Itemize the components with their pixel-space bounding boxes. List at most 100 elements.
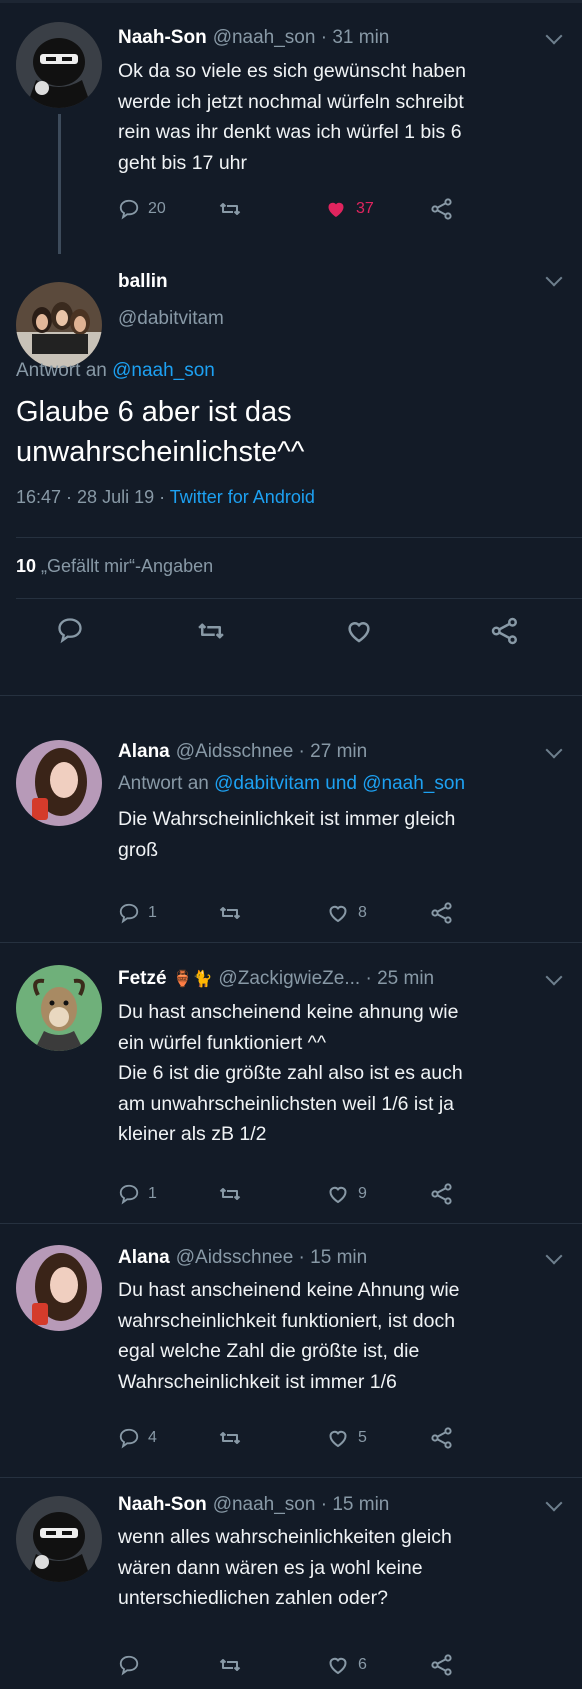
tweet-text: Ok da so viele es sich gewünscht haben w… xyxy=(118,60,466,174)
tweet-time[interactable]: 15 min xyxy=(310,1247,367,1268)
divider xyxy=(16,537,582,538)
like-button[interactable]: 8 xyxy=(326,898,367,928)
like-count: 9 xyxy=(358,1185,367,1202)
reply-icon xyxy=(118,902,140,924)
chevron-down-icon[interactable] xyxy=(545,1247,563,1265)
tweet-text: Du hast anscheinend keine ahnung wie ein… xyxy=(118,1001,463,1145)
likes-summary[interactable]: 10 „Gefällt mir“-Angaben xyxy=(16,556,213,577)
tweet-header: Naah-Son @naah_son · 31 min xyxy=(118,27,390,48)
reply-context: Antwort an @naah_son xyxy=(16,360,215,382)
reply-button[interactable]: 1 xyxy=(118,898,157,928)
tweet-fetze[interactable]: Fetzé 🏺🐈 @ZackigwieZe... · 25 min Du hast … xyxy=(0,945,582,1225)
reply-button[interactable]: 1 xyxy=(118,1179,157,1209)
tweet-time[interactable]: 31 min xyxy=(332,27,389,48)
reply-button[interactable] xyxy=(118,1650,140,1680)
tweet-naah-son-1[interactable]: Naah-Son @naah_son · 31 min Ok da so viel… xyxy=(0,0,582,260)
avatar[interactable] xyxy=(16,22,102,108)
likes-label: „Gefällt mir“-Angaben xyxy=(41,556,214,576)
divider xyxy=(0,695,582,696)
display-name[interactable]: ballin xyxy=(118,271,168,292)
divider xyxy=(16,598,582,599)
like-icon xyxy=(326,901,350,925)
user-handle[interactable]: @ZackigwieZe... xyxy=(218,968,360,989)
retweet-icon xyxy=(218,901,242,925)
chevron-down-icon[interactable] xyxy=(545,968,563,986)
avatar[interactable] xyxy=(16,740,102,826)
share-button[interactable] xyxy=(430,1650,454,1680)
mention-link[interactable]: @dabitvitam und @naah_son xyxy=(214,773,465,794)
like-count: 8 xyxy=(358,904,367,921)
like-icon xyxy=(326,1653,350,1677)
user-handle[interactable]: @naah_son xyxy=(213,27,316,48)
retweet-button[interactable] xyxy=(218,898,242,928)
tweet-time[interactable]: 15 min xyxy=(332,1494,389,1515)
reply-count: 4 xyxy=(148,1429,157,1446)
divider xyxy=(0,942,582,943)
main-actions xyxy=(0,613,582,647)
like-icon xyxy=(326,1182,350,1206)
tweet-actions: 20 37 xyxy=(118,194,518,224)
share-icon xyxy=(430,1182,454,1206)
user-handle[interactable]: @dabitvitam xyxy=(118,308,224,329)
like-icon xyxy=(326,1426,350,1450)
tweet-alana-2[interactable]: Alana @Aidsschnee · 15 min Du hast ansche… xyxy=(0,1225,582,1480)
display-name[interactable]: Naah-Son xyxy=(118,27,207,48)
avatar[interactable] xyxy=(16,1496,102,1582)
like-button[interactable]: 9 xyxy=(326,1179,367,1209)
avatar[interactable] xyxy=(16,965,102,1051)
reply-count: 1 xyxy=(148,1185,157,1202)
avatar[interactable] xyxy=(16,1245,102,1331)
share-icon xyxy=(430,197,454,221)
like-button[interactable]: 5 xyxy=(326,1423,367,1453)
tweet-timestamp[interactable]: 16:47 · 28 Juli 19 · xyxy=(16,487,165,507)
like-icon[interactable] xyxy=(344,616,374,646)
main-display-name-wrap: ballin xyxy=(118,271,174,293)
share-icon xyxy=(430,1426,454,1450)
tweet-text: wenn alles wahrscheinlichkeiten gleich w… xyxy=(118,1526,452,1609)
client-link[interactable]: Twitter for Android xyxy=(170,487,315,507)
share-button[interactable] xyxy=(430,1179,454,1209)
mention-link[interactable]: @naah_son xyxy=(112,360,215,381)
like-icon xyxy=(324,197,348,221)
retweet-icon xyxy=(218,1426,242,1450)
retweet-button[interactable] xyxy=(218,1179,242,1209)
reply-context: Antwort an @dabitvitam und @naah_son xyxy=(118,773,465,795)
like-button[interactable]: 37 xyxy=(324,194,374,224)
retweet-icon[interactable] xyxy=(196,616,226,646)
tweet-time[interactable]: 25 min xyxy=(377,968,434,989)
reply-button[interactable]: 20 xyxy=(118,194,166,224)
display-name[interactable]: Alana xyxy=(118,741,170,762)
chevron-down-icon[interactable] xyxy=(545,27,563,45)
display-name[interactable]: Naah-Son xyxy=(118,1494,207,1515)
display-name[interactable]: Alana xyxy=(118,1247,170,1268)
avatar[interactable] xyxy=(16,282,102,368)
user-handle[interactable]: @naah_son xyxy=(213,1494,316,1515)
share-button[interactable] xyxy=(430,898,454,928)
display-name[interactable]: Fetzé xyxy=(118,968,167,989)
chevron-down-icon[interactable] xyxy=(545,741,563,759)
reply-icon[interactable] xyxy=(56,616,84,644)
tweet-naah-son-2[interactable]: Naah-Son @naah_son · 15 min wenn alles wa… xyxy=(0,1480,582,1689)
share-icon[interactable] xyxy=(490,616,520,646)
tweet-alana-1[interactable]: Alana @Aidsschnee · 27 min Antwort an @da… xyxy=(0,720,582,945)
retweet-icon xyxy=(218,197,242,221)
tweet-header: Naah-Son @naah_son · 15 min xyxy=(118,1494,390,1515)
tweet-time[interactable]: 27 min xyxy=(310,741,367,762)
user-handle[interactable]: @Aidsschnee xyxy=(176,1247,294,1268)
reply-count: 1 xyxy=(148,904,157,921)
user-handle[interactable]: @Aidsschnee xyxy=(176,741,294,762)
reply-button[interactable]: 4 xyxy=(118,1423,157,1453)
retweet-button[interactable] xyxy=(218,194,242,224)
retweet-button[interactable] xyxy=(218,1423,242,1453)
share-button[interactable] xyxy=(430,1423,454,1453)
like-count: 37 xyxy=(356,200,374,217)
tweet-actions: 6 xyxy=(118,1650,518,1680)
share-button[interactable] xyxy=(430,194,454,224)
chevron-down-icon[interactable] xyxy=(545,1494,563,1512)
retweet-icon xyxy=(218,1182,242,1206)
retweet-button[interactable] xyxy=(218,1650,242,1680)
chevron-down-icon[interactable] xyxy=(545,269,563,287)
tweet-actions: 4 5 xyxy=(118,1423,518,1453)
like-button[interactable]: 6 xyxy=(326,1650,367,1680)
emoji-badges: 🏺🐈 xyxy=(172,971,213,988)
